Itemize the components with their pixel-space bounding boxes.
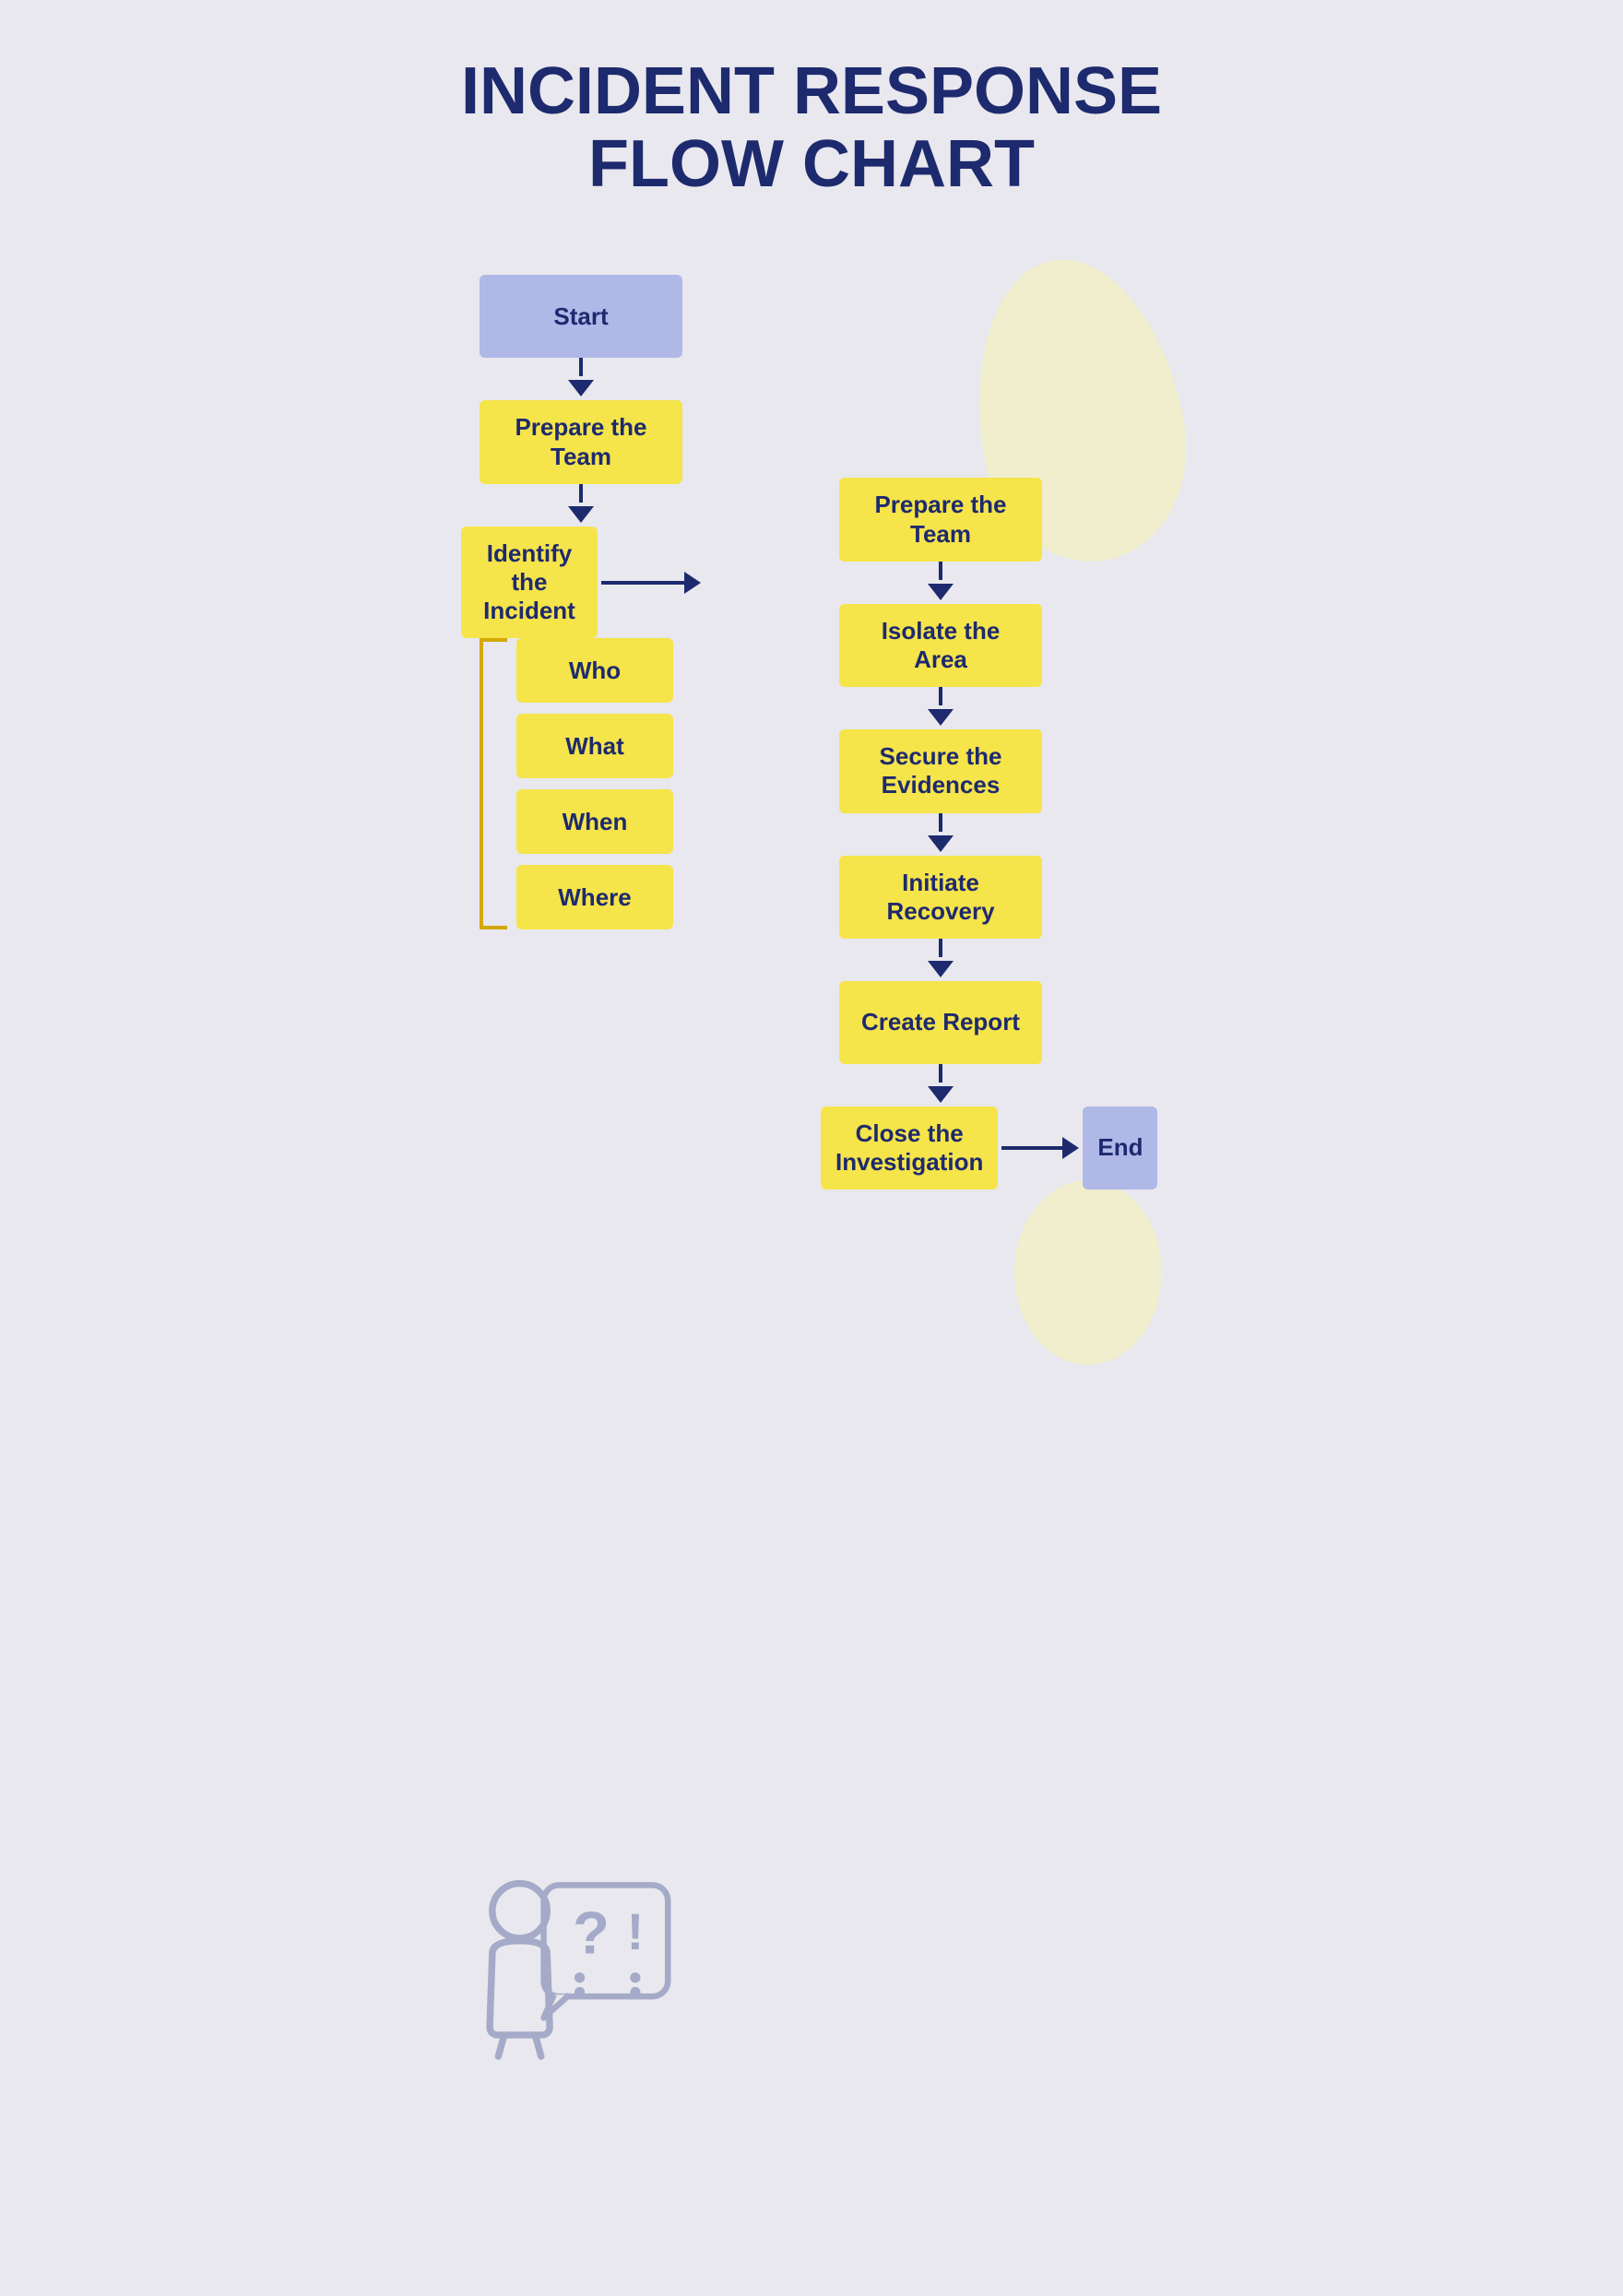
right-column: Prepare the Team Isolate the Area Secure… [821, 478, 1060, 1189]
left-column: Start Prepare the Team Identify the Inci… [461, 275, 701, 929]
person-icon-area: ? ! [443, 1861, 701, 2082]
where-box: Where [516, 865, 673, 929]
close-investigation-box: Close the Investigation [821, 1107, 998, 1189]
arrow-recover-to-report [928, 961, 954, 977]
bracket-line [480, 638, 507, 929]
secure-evidences-box: Secure the Evidences [839, 729, 1042, 812]
isolate-area-box: Isolate the Area [839, 604, 1042, 687]
sub-items-section: Who What When Where [461, 638, 701, 929]
arrow-prepare-to-identify [568, 506, 594, 523]
when-box: When [516, 789, 673, 854]
what-box: What [516, 714, 673, 778]
create-report-box: Create Report [839, 981, 1042, 1064]
sub-items-list: Who What When Where [516, 638, 701, 929]
arrow-isolate-to-secure [928, 709, 954, 726]
svg-text:?: ? [573, 1900, 610, 1967]
arrow-start-to-prepare [568, 380, 594, 396]
prepare-team-box: Prepare the Team [480, 400, 682, 483]
start-box: Start [480, 275, 682, 358]
svg-text:!: ! [627, 1903, 645, 1960]
arrow-r-prepare-to-isolate [928, 584, 954, 600]
person-question-icon: ? ! [443, 1861, 682, 2064]
page: INCIDENT RESPONSE FLOW CHART Start Prepa… [387, 0, 1236, 2296]
arrow-report-to-close [928, 1086, 954, 1103]
arrow-secure-to-recover [928, 835, 954, 852]
arrow-identify-to-right [601, 572, 701, 594]
initiate-recovery-box: Initiate Recovery [839, 856, 1042, 939]
flowchart: Start Prepare the Team Identify the Inci… [424, 275, 1199, 1935]
page-title: INCIDENT RESPONSE FLOW CHART [424, 55, 1199, 201]
right-prepare-team-box: Prepare the Team [839, 478, 1042, 561]
who-box: Who [516, 638, 673, 703]
identify-incident-box: Identify the Incident [461, 527, 598, 639]
arrow-close-to-end [1001, 1137, 1079, 1159]
end-box: End [1083, 1107, 1157, 1189]
